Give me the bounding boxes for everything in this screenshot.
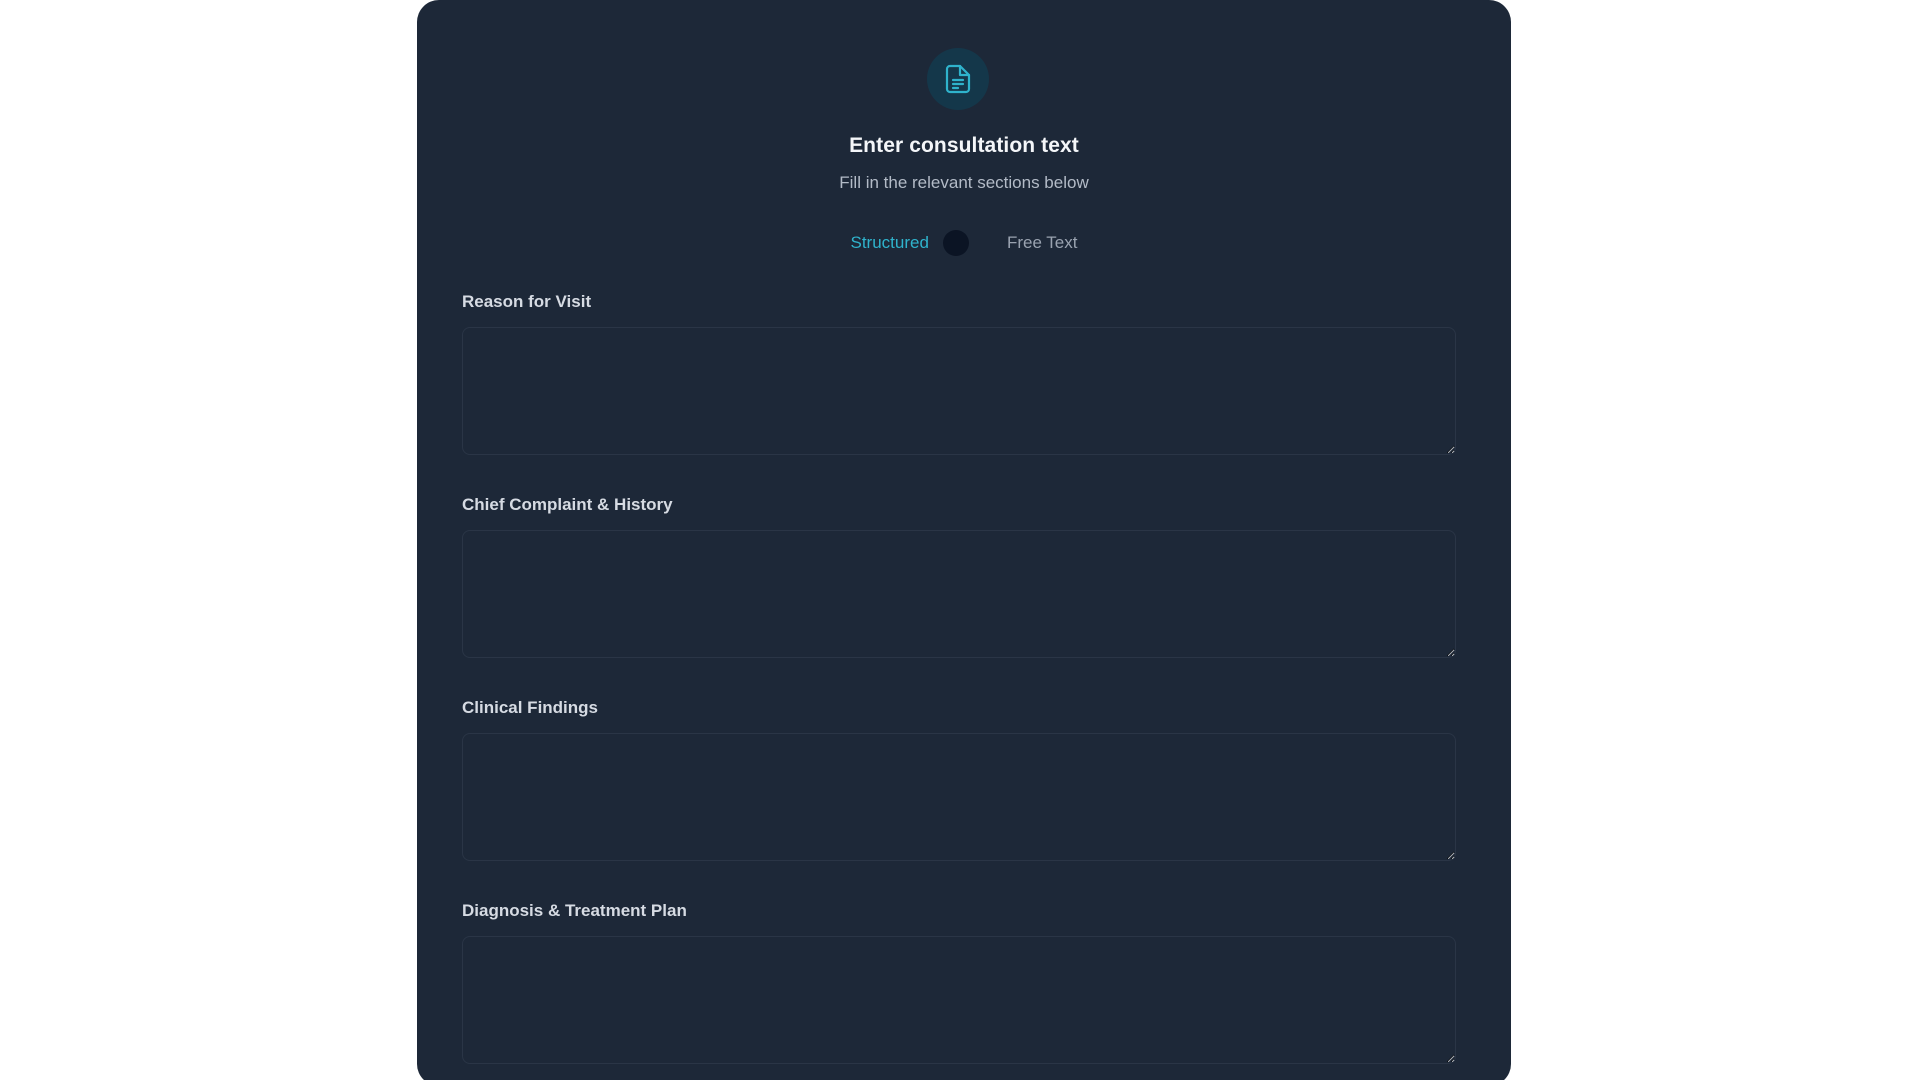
consultation-card: Enter consultation text Fill in the rele… (417, 0, 1511, 1080)
mode-toggle: Structured Free Text (417, 228, 1511, 258)
clinical-findings-input[interactable] (462, 733, 1456, 861)
section-clinical-findings: Clinical Findings (462, 697, 1456, 861)
mode-option-free-text[interactable]: Free Text (1007, 233, 1078, 253)
chief-complaint-history-input[interactable] (462, 530, 1456, 658)
reason-for-visit-input[interactable] (462, 327, 1456, 455)
page-subtitle: Fill in the relevant sections below (839, 173, 1089, 192)
section-reason-for-visit: Reason for Visit (462, 291, 1456, 455)
section-chief-complaint-history: Chief Complaint & History (462, 494, 1456, 658)
section-diagnosis-treatment-plan: Diagnosis & Treatment Plan (462, 900, 1456, 1064)
section-label: Reason for Visit (462, 292, 592, 311)
section-label: Diagnosis & Treatment Plan (462, 901, 687, 920)
mode-switch[interactable] (942, 230, 969, 256)
section-label: Clinical Findings (462, 698, 599, 717)
section-label: Chief Complaint & History (462, 495, 673, 514)
page-title: Enter consultation text (849, 134, 1079, 157)
mode-switch-knob (942, 230, 969, 256)
mode-option-structured[interactable]: Structured (851, 233, 929, 253)
document-icon (927, 48, 989, 110)
diagnosis-treatment-plan-input[interactable] (462, 936, 1456, 1064)
